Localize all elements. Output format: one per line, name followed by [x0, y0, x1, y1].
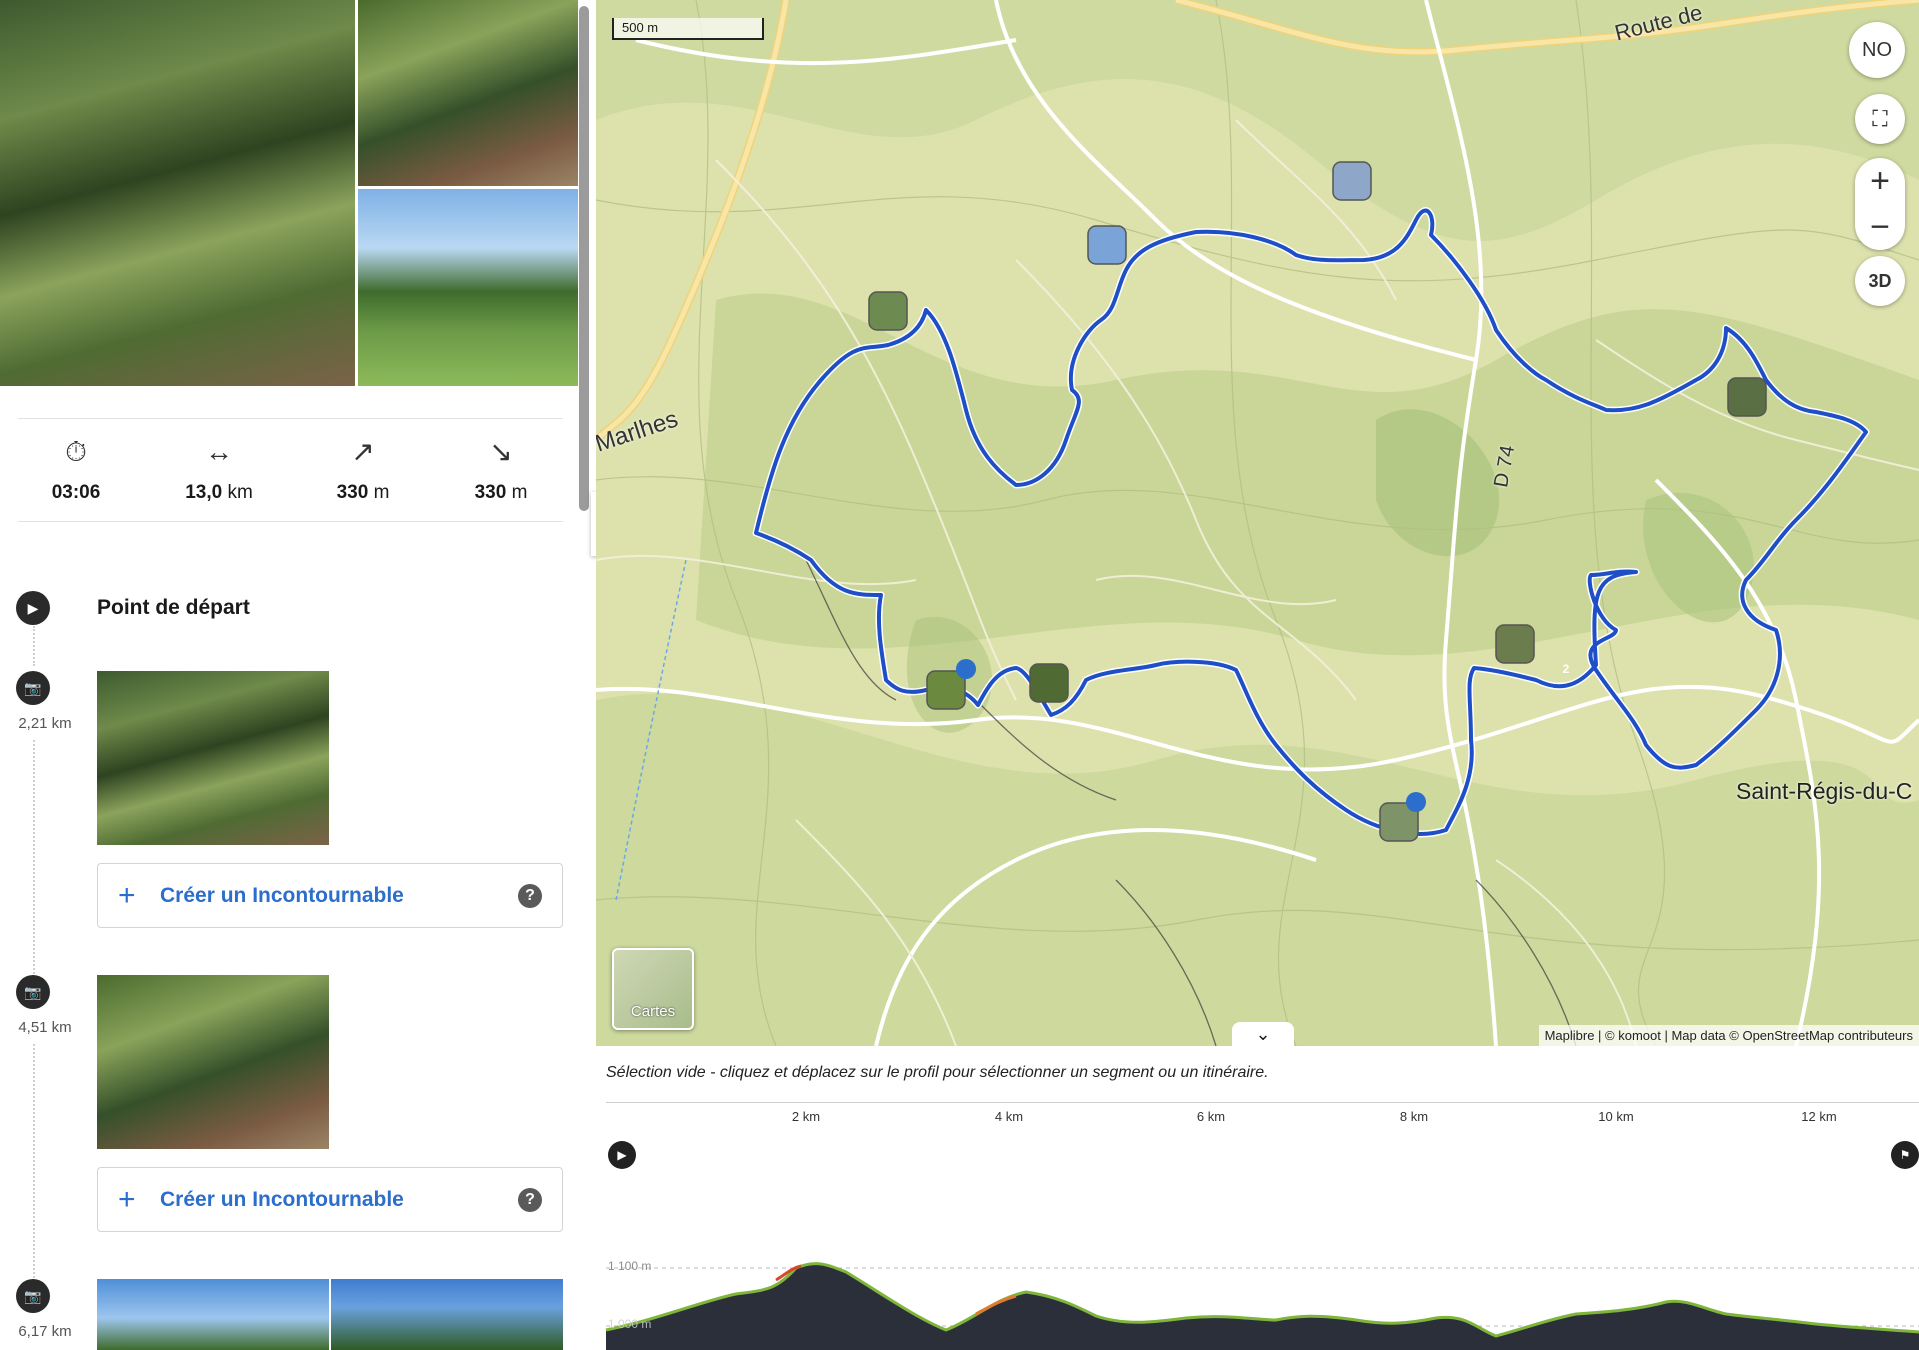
- cover-photo-hikers[interactable]: [358, 0, 578, 186]
- profile-hint: Sélection vide - cliquez et déplacez sur…: [606, 1064, 1269, 1081]
- descent-unit: m: [511, 482, 528, 503]
- help-icon[interactable]: ?: [518, 883, 542, 908]
- map-attribution: Maplibre | © komoot | Map data © OpenStr…: [1538, 1025, 1919, 1046]
- focus-icon: ⛶: [1872, 106, 1888, 131]
- recenter-button[interactable]: ⛶: [1855, 94, 1905, 144]
- y-tick: 1 100 m: [608, 1259, 652, 1273]
- elevation-chart[interactable]: [596, 1150, 1919, 1350]
- descent-icon: ↘: [489, 436, 513, 467]
- start-play-icon[interactable]: ▶: [16, 591, 50, 625]
- waypoint-photo[interactable]: [97, 671, 329, 845]
- elevation-profile[interactable]: Sélection vide - cliquez et déplacez sur…: [596, 1046, 1919, 1350]
- x-tick: 2 km: [791, 1109, 821, 1124]
- plus-icon: +: [118, 1182, 136, 1216]
- profile-axis-line: [606, 1102, 1919, 1103]
- x-tick: 8 km: [1399, 1109, 1429, 1124]
- x-tick: 4 km: [994, 1109, 1024, 1124]
- create-highlight-button[interactable]: + Créer un Incontournable ?: [97, 863, 563, 928]
- duration-value: 03:06: [51, 482, 101, 503]
- view-3d-button[interactable]: 3D: [1855, 256, 1905, 306]
- map-layers-button[interactable]: Cartes: [612, 948, 694, 1030]
- ascent-value: 330: [336, 482, 369, 503]
- help-icon[interactable]: ?: [518, 1187, 542, 1212]
- plus-icon: +: [1870, 161, 1890, 200]
- cover-photo-main[interactable]: [0, 0, 355, 386]
- create-highlight-label: Créer un Incontournable: [160, 1187, 404, 1211]
- timeline-line: [33, 626, 35, 666]
- stopwatch-icon: ⏱: [65, 436, 87, 467]
- descent-value: 330: [474, 482, 507, 503]
- camera-icon: 📷: [16, 1279, 50, 1313]
- waypoint-photo[interactable]: [97, 1279, 329, 1350]
- create-highlight-button[interactable]: + Créer un Incontournable ?: [97, 1167, 563, 1232]
- y-tick: 1 000 m: [608, 1317, 652, 1331]
- expand-profile-button[interactable]: ⌄: [1232, 1022, 1294, 1046]
- map-scale: 500 m: [612, 18, 764, 40]
- distance-icon: ↔: [205, 436, 233, 467]
- minus-icon: −: [1870, 207, 1890, 246]
- camera-icon: 📷: [16, 671, 50, 705]
- tour-stats: ⏱ 03:06 ↔ 13,0 km ↗ 330 m ↘ 330 m: [0, 418, 578, 522]
- zoom-in-button[interactable]: +: [1855, 158, 1905, 204]
- x-tick: 10 km: [1598, 1109, 1634, 1124]
- x-tick: 6 km: [1196, 1109, 1226, 1124]
- zoom-control: + −: [1855, 158, 1905, 250]
- cover-photo-meadow[interactable]: [358, 189, 578, 386]
- compass-label: NO: [1862, 38, 1892, 61]
- camera-icon: 📷: [16, 975, 50, 1009]
- distance-stat: ↔ 13,0 km: [164, 418, 274, 504]
- timeline-line: [33, 1044, 35, 1278]
- descent-stat: ↘ 330 m: [446, 418, 556, 504]
- duration-stat: ⏱ 03:06: [21, 418, 131, 504]
- timeline-line: [33, 740, 35, 974]
- zoom-out-button[interactable]: −: [1855, 204, 1905, 250]
- ascent-unit: m: [373, 482, 390, 503]
- create-highlight-label: Créer un Incontournable: [160, 883, 404, 907]
- distance-unit: km: [227, 482, 253, 503]
- distance-value: 13,0: [185, 482, 223, 503]
- map-canvas[interactable]: [596, 0, 1919, 1046]
- tour-sidebar: ⏱ 03:06 ↔ 13,0 km ↗ 330 m ↘ 330 m ▶ Poin…: [0, 0, 578, 1350]
- map-view[interactable]: 2 3 Route de Marlhes D 74 Saint-Régis-du…: [596, 0, 1919, 1046]
- compass-button[interactable]: NO: [1849, 22, 1905, 78]
- waypoint-distance: 4,51 km: [18, 1019, 72, 1036]
- plus-icon: +: [118, 878, 136, 912]
- waypoint-photo[interactable]: [331, 1279, 563, 1350]
- view-3d-label: 3D: [1868, 270, 1892, 291]
- x-tick: 12 km: [1801, 1109, 1837, 1124]
- start-point-label: Point de départ: [97, 596, 250, 619]
- map-label-saint-regis: Saint-Régis-du-C: [1736, 778, 1913, 804]
- ascent-stat: ↗ 330 m: [308, 418, 418, 504]
- ascent-icon: ↗: [351, 436, 375, 467]
- waypoint-photo[interactable]: [97, 975, 329, 1149]
- photo-badge-2: 2: [1562, 662, 1570, 676]
- map-layers-label: Cartes: [630, 1003, 676, 1020]
- waypoint-distance: 6,17 km: [18, 1323, 72, 1340]
- chevron-down-icon: ⌄: [1255, 1023, 1271, 1044]
- waypoint-distance: 2,21 km: [18, 715, 72, 732]
- sidebar-scrollbar[interactable]: [579, 6, 589, 511]
